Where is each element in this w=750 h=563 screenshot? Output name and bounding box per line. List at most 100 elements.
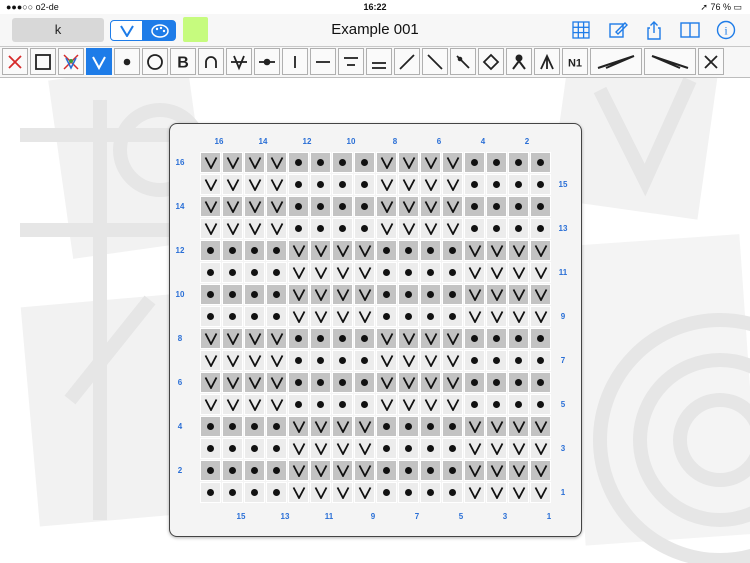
stitch-cell[interactable] bbox=[442, 240, 463, 261]
stitch-cell[interactable] bbox=[464, 196, 485, 217]
stitch-cell[interactable] bbox=[222, 438, 243, 459]
tool-slash-left-button[interactable] bbox=[422, 48, 448, 75]
stitch-cell[interactable] bbox=[442, 350, 463, 371]
stitch-cell[interactable] bbox=[310, 328, 331, 349]
stitch-cell[interactable] bbox=[530, 284, 551, 305]
stitch-cell[interactable] bbox=[420, 152, 441, 173]
stitch-cell[interactable] bbox=[420, 482, 441, 503]
stitch-cell[interactable] bbox=[244, 218, 265, 239]
stitch-cell[interactable] bbox=[508, 350, 529, 371]
stitch-cell[interactable] bbox=[310, 306, 331, 327]
stitch-cell[interactable] bbox=[420, 460, 441, 481]
stitch-cell[interactable] bbox=[508, 328, 529, 349]
stitch-cell[interactable] bbox=[244, 152, 265, 173]
stitch-cell[interactable] bbox=[288, 416, 309, 437]
stitch-cell[interactable] bbox=[442, 482, 463, 503]
tool-vertical-line-button[interactable] bbox=[282, 48, 308, 75]
stitch-cell[interactable] bbox=[442, 152, 463, 173]
stitch-cell[interactable] bbox=[200, 152, 221, 173]
stitch-cell[interactable] bbox=[398, 152, 419, 173]
stitch-cell[interactable] bbox=[332, 284, 353, 305]
stitch-cell[interactable] bbox=[530, 152, 551, 173]
stitch-cell[interactable] bbox=[222, 196, 243, 217]
stitch-cell[interactable] bbox=[354, 460, 375, 481]
stitch-cell[interactable] bbox=[420, 394, 441, 415]
stitch-cell[interactable] bbox=[288, 218, 309, 239]
stitch-cell[interactable] bbox=[332, 328, 353, 349]
stitch-cell[interactable] bbox=[266, 262, 287, 283]
stitch-cell[interactable] bbox=[288, 284, 309, 305]
stitch-cell[interactable] bbox=[266, 174, 287, 195]
stitch-cell[interactable] bbox=[332, 372, 353, 393]
stitch-cell[interactable] bbox=[530, 394, 551, 415]
stitch-cell[interactable] bbox=[332, 152, 353, 173]
info-button[interactable]: i bbox=[715, 19, 737, 41]
knit-mode-button[interactable] bbox=[110, 20, 143, 41]
stitch-cell[interactable] bbox=[420, 328, 441, 349]
stitch-cell[interactable] bbox=[420, 196, 441, 217]
stitch-cell[interactable] bbox=[508, 284, 529, 305]
tool-twisted-button[interactable]: B bbox=[170, 48, 196, 75]
stitch-cell[interactable] bbox=[200, 174, 221, 195]
stitch-cell[interactable] bbox=[354, 240, 375, 261]
stitch-cell[interactable] bbox=[200, 482, 221, 503]
symbol-field[interactable]: k bbox=[12, 18, 104, 42]
stitch-cell[interactable] bbox=[464, 438, 485, 459]
stitch-cell[interactable] bbox=[398, 416, 419, 437]
stitch-cell[interactable] bbox=[288, 262, 309, 283]
stitch-cell[interactable] bbox=[266, 438, 287, 459]
tool-person-button[interactable] bbox=[506, 48, 532, 75]
stitch-cell[interactable] bbox=[200, 350, 221, 371]
stitch-cell[interactable] bbox=[200, 306, 221, 327]
tool-purl-button[interactable] bbox=[114, 48, 140, 75]
stitch-cell[interactable] bbox=[200, 240, 221, 261]
stitch-cell[interactable] bbox=[200, 416, 221, 437]
stitch-cell[interactable] bbox=[266, 218, 287, 239]
stitch-cell[interactable] bbox=[376, 416, 397, 437]
stitch-cell[interactable] bbox=[288, 394, 309, 415]
stitch-cell[interactable] bbox=[310, 284, 331, 305]
stitch-cell[interactable] bbox=[398, 394, 419, 415]
stitch-cell[interactable] bbox=[244, 372, 265, 393]
stitch-cell[interactable] bbox=[508, 438, 529, 459]
stitch-cell[interactable] bbox=[288, 240, 309, 261]
stitch-cell[interactable] bbox=[244, 394, 265, 415]
stitch-cell[interactable] bbox=[288, 372, 309, 393]
stitch-cell[interactable] bbox=[420, 438, 441, 459]
stitch-cell[interactable] bbox=[310, 482, 331, 503]
stitch-cell[interactable] bbox=[442, 218, 463, 239]
stitch-cell[interactable] bbox=[398, 196, 419, 217]
stitch-cell[interactable] bbox=[508, 306, 529, 327]
stitch-cell[interactable] bbox=[442, 394, 463, 415]
stitch-cell[interactable] bbox=[530, 350, 551, 371]
stitch-cell[interactable] bbox=[310, 174, 331, 195]
stitch-cell[interactable] bbox=[244, 240, 265, 261]
stitch-cell[interactable] bbox=[222, 306, 243, 327]
stitch-cell[interactable] bbox=[222, 394, 243, 415]
stitch-cell[interactable] bbox=[464, 372, 485, 393]
stitch-cell[interactable] bbox=[354, 218, 375, 239]
stitch-cell[interactable] bbox=[266, 152, 287, 173]
stitch-cell[interactable] bbox=[508, 240, 529, 261]
stitch-cell[interactable] bbox=[398, 284, 419, 305]
stitch-cell[interactable] bbox=[244, 196, 265, 217]
color-swatch[interactable] bbox=[183, 17, 208, 42]
tool-no-stitch-button[interactable] bbox=[58, 48, 84, 75]
tool-v-bar-button[interactable] bbox=[226, 48, 252, 75]
stitch-cell[interactable] bbox=[442, 306, 463, 327]
stitch-cell[interactable] bbox=[310, 152, 331, 173]
stitch-cell[interactable] bbox=[244, 482, 265, 503]
stitch-cell[interactable] bbox=[266, 328, 287, 349]
stitch-cell[interactable] bbox=[464, 218, 485, 239]
tool-lambda-button[interactable] bbox=[534, 48, 560, 75]
stitch-cell[interactable] bbox=[420, 240, 441, 261]
tool-dash-button[interactable] bbox=[310, 48, 336, 75]
stitch-cell[interactable] bbox=[222, 482, 243, 503]
stitch-cell[interactable] bbox=[398, 306, 419, 327]
stitch-cell[interactable] bbox=[398, 372, 419, 393]
stitch-cell[interactable] bbox=[508, 394, 529, 415]
stitch-cell[interactable] bbox=[376, 328, 397, 349]
tool-cable-left-button[interactable] bbox=[644, 48, 696, 75]
stitch-cell[interactable] bbox=[222, 460, 243, 481]
stitch-cell[interactable] bbox=[376, 350, 397, 371]
